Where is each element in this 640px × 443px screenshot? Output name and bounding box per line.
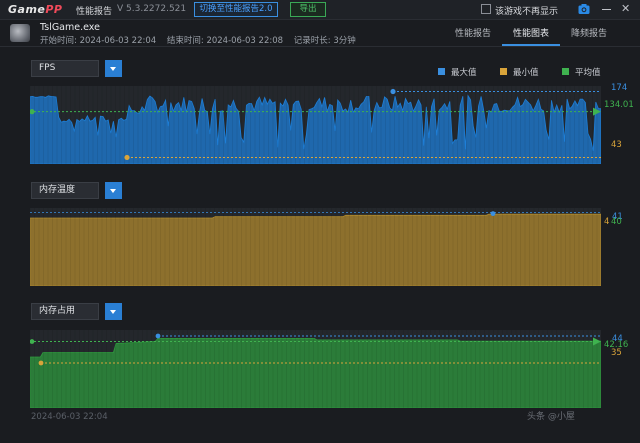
close-icon[interactable]: ✕: [621, 3, 630, 15]
legend-min-swatch: [500, 68, 507, 75]
chevron-down-icon[interactable]: [105, 182, 122, 199]
mem-usage-chart: [30, 330, 601, 408]
mem-usage-selector[interactable]: 内存占用: [31, 303, 99, 320]
header-divider: [0, 46, 640, 47]
mem-temp-chart: [30, 208, 601, 286]
minimize-icon[interactable]: [602, 9, 611, 10]
temp-avg-label: 40: [611, 217, 622, 227]
legend-max-swatch: [438, 68, 445, 75]
export-button[interactable]: 导出: [290, 2, 326, 17]
fps-min-label: 43: [611, 140, 622, 150]
camera-icon[interactable]: [578, 3, 590, 15]
temp-max-marker: [490, 211, 496, 217]
title-bar: GamePP 性能报告 V 5.3.2272.521 切换至性能报告2.0 导出…: [0, 0, 640, 20]
mem-max-line-marker: [155, 333, 161, 339]
mem-min-label: 35: [611, 348, 622, 358]
fps-min-line-marker: [124, 154, 130, 161]
start-time: 开始时间: 2024-06-03 22:04: [40, 36, 157, 46]
tab-bar: 性能报告 性能图表 降频报告: [444, 26, 618, 46]
legend-avg: 平均值: [562, 66, 601, 78]
game-times: 开始时间: 2024-06-03 22:04 结束时间: 2024-06-03 …: [40, 34, 364, 46]
mem-temp-selector[interactable]: 内存温度: [31, 182, 99, 199]
chevron-down-icon[interactable]: [105, 303, 122, 320]
chevron-down-icon[interactable]: [105, 60, 122, 77]
game-name: TslGame.exe: [40, 22, 100, 33]
switch-report-button[interactable]: 切换至性能报告2.0: [194, 2, 278, 17]
game-header: TslGame.exe 开始时间: 2024-06-03 22:04 结束时间:…: [0, 20, 640, 47]
fps-max-label: 174: [611, 83, 628, 93]
app-logo: GamePP: [8, 3, 63, 16]
tab-throttle-report[interactable]: 降频报告: [560, 26, 618, 46]
fps-avg-label: 134.01: [604, 100, 634, 110]
end-time: 结束时间: 2024-06-03 22:08: [166, 36, 284, 46]
game-icon: [10, 24, 30, 42]
fps-chart: [30, 86, 601, 164]
app-version: V 5.3.2272.521: [117, 4, 187, 14]
tab-performance-chart[interactable]: 性能图表: [502, 26, 560, 46]
dont-show-checkbox[interactable]: [481, 4, 491, 14]
fps-selector[interactable]: FPS: [31, 60, 99, 77]
duration: 记录时长: 3分钟: [293, 36, 356, 46]
fps-max-line-marker: [390, 88, 396, 95]
dont-show-label: 该游戏不再显示: [495, 7, 559, 17]
legend-min: 最小值: [500, 66, 539, 78]
footer-time: 2024-06-03 22:04: [31, 412, 108, 422]
legend-avg-swatch: [562, 68, 569, 75]
tab-performance-report[interactable]: 性能报告: [444, 26, 502, 46]
temp-min-label: 4: [604, 217, 610, 227]
legend-max: 最大值: [438, 66, 477, 78]
mem-min-line-marker: [38, 360, 44, 366]
watermark: 头条 @小屋: [527, 412, 575, 422]
window-title: 性能报告: [76, 7, 113, 17]
